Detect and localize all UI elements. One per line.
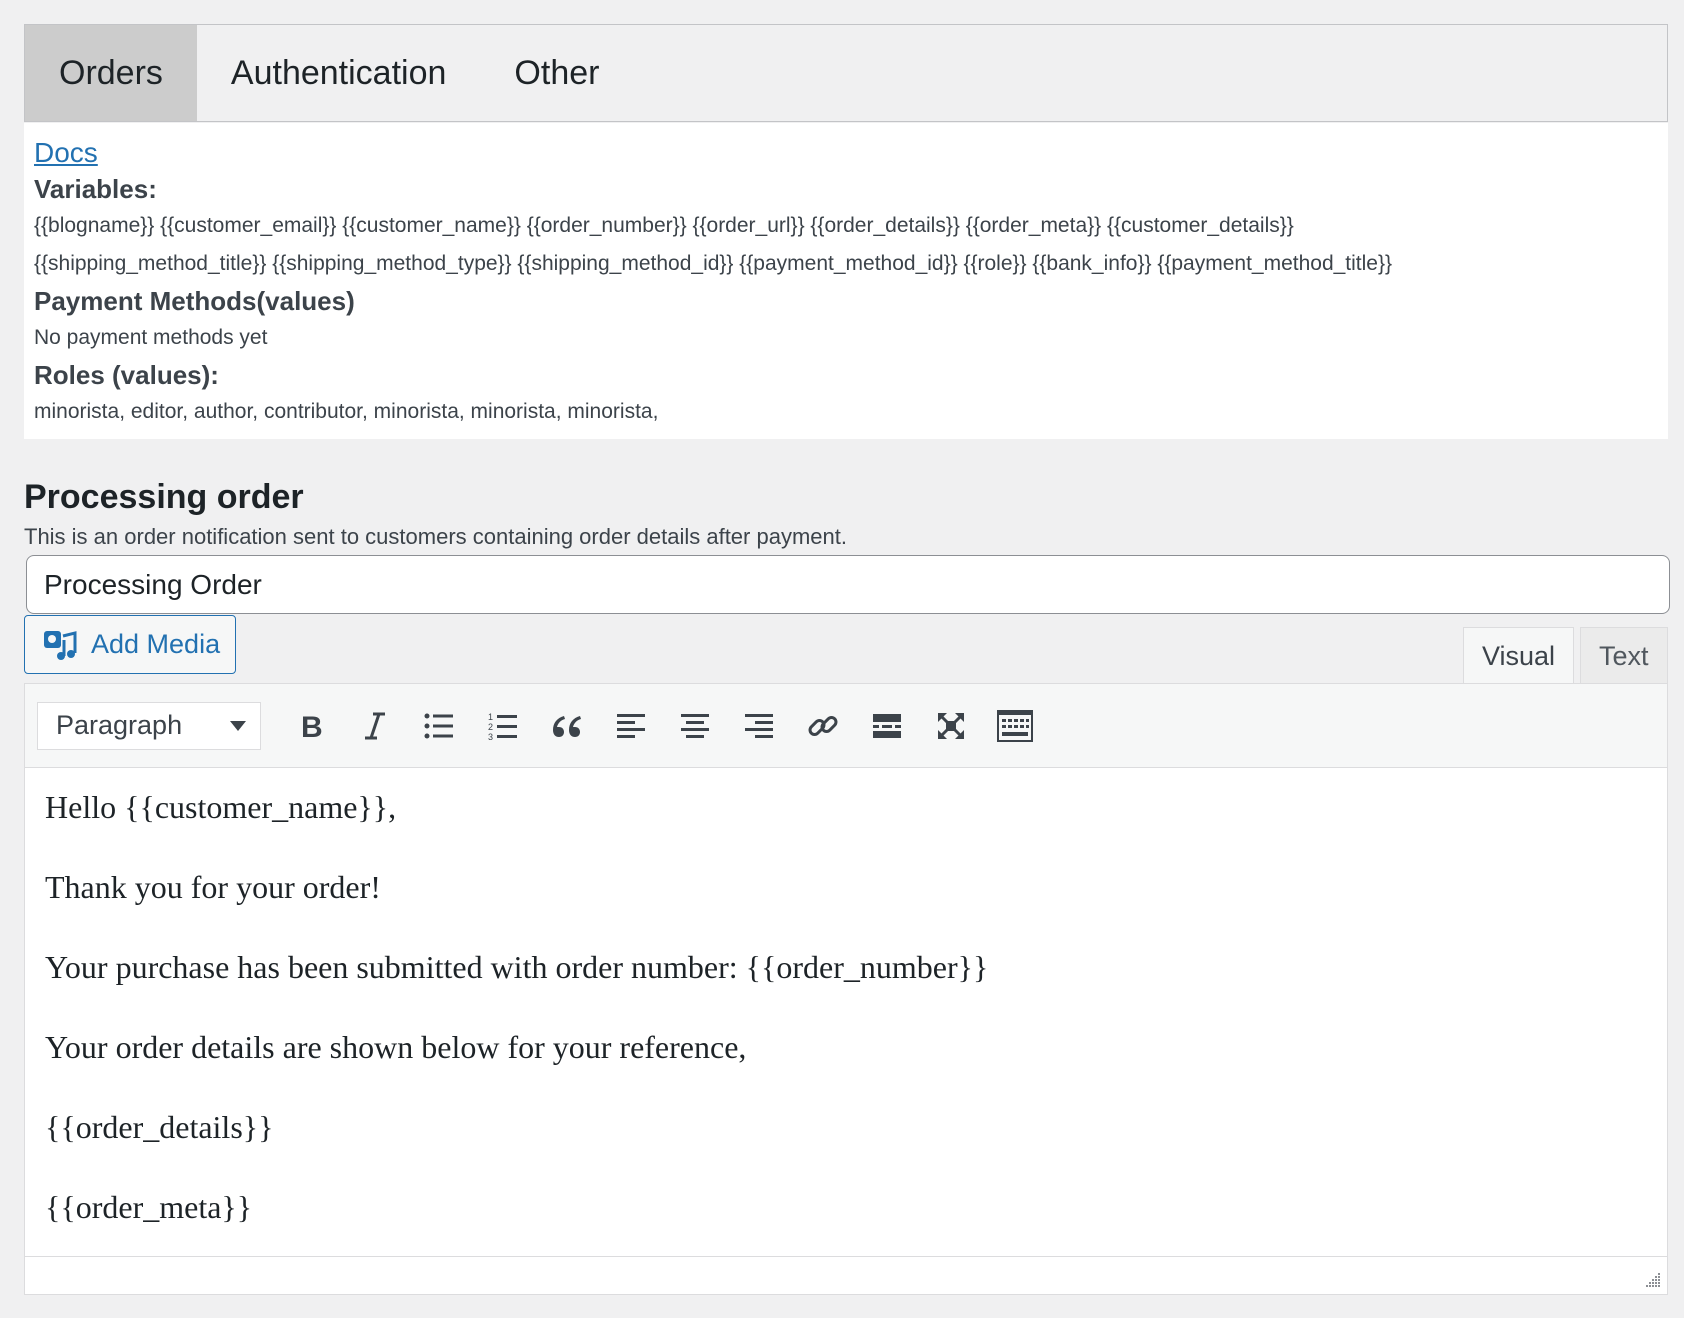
content-paragraph: Hello {{customer_name}}, — [45, 789, 397, 825]
svg-text:2: 2 — [488, 722, 493, 732]
roles-label: Roles (values): — [34, 360, 219, 390]
tab-orders[interactable]: Orders — [25, 25, 197, 121]
media-icon — [44, 630, 77, 660]
fullscreen-icon — [938, 712, 964, 739]
variables-line-1: {{blogname}} {{customer_email}} {{custom… — [34, 214, 1294, 237]
caret-down-icon — [230, 720, 246, 731]
editor-content[interactable]: Hello {{customer_name}}, Thank you for y… — [25, 768, 1667, 1288]
italic-button[interactable] — [343, 698, 407, 754]
align-center-button[interactable] — [663, 698, 727, 754]
bold-button[interactable]: B — [279, 698, 343, 754]
tab-other[interactable]: Other — [480, 25, 633, 121]
section-description: This is an order notification sent to cu… — [24, 524, 847, 549]
content-paragraph: Thank you for your order! — [45, 869, 381, 905]
align-left-button[interactable] — [599, 698, 663, 754]
section-title: Processing order — [24, 478, 304, 516]
align-right-icon — [745, 713, 773, 738]
editor-status-bar — [25, 1256, 1667, 1294]
blockquote-icon — [553, 715, 581, 737]
link-button[interactable] — [791, 698, 855, 754]
roles-value: minorista, editor, author, contributor, … — [34, 400, 659, 423]
rich-text-editor: Paragraph B 1 2 3 Hello {{customer_name}… — [24, 683, 1668, 1295]
svg-text:3: 3 — [488, 732, 493, 740]
read-more-button[interactable] — [855, 698, 919, 754]
read-more-icon — [873, 713, 901, 738]
numbered-list-icon: 1 2 3 — [488, 712, 517, 740]
payment-methods-value: No payment methods yet — [34, 326, 268, 349]
content-paragraph: {{order_meta}} — [45, 1189, 253, 1225]
italic-icon — [365, 712, 385, 739]
format-select[interactable]: Paragraph — [37, 701, 261, 750]
variables-label: Variables: — [34, 174, 157, 204]
payment-methods-label: Payment Methods(values) — [34, 286, 355, 316]
svg-text:B: B — [301, 712, 323, 740]
align-right-button[interactable] — [727, 698, 791, 754]
tab-authentication[interactable]: Authentication — [197, 25, 481, 121]
settings-tabs: Orders Authentication Other — [24, 24, 1668, 122]
bullet-list-button[interactable] — [407, 698, 471, 754]
align-left-icon — [617, 713, 645, 738]
variables-line-2: {{shipping_method_title}} {{shipping_met… — [34, 252, 1393, 275]
blockquote-button[interactable] — [535, 698, 599, 754]
content-paragraph: {{order_details}} — [45, 1109, 274, 1145]
add-media-button[interactable]: Add Media — [24, 615, 236, 674]
docs-link[interactable]: Docs — [34, 135, 1658, 171]
format-select-value: Paragraph — [56, 710, 183, 740]
resize-handle-icon[interactable] — [1643, 1270, 1661, 1288]
content-paragraph: Your order details are shown below for y… — [45, 1029, 747, 1065]
bullet-list-icon — [424, 713, 453, 738]
editor-toolbar: Paragraph B 1 2 3 — [25, 684, 1667, 768]
numbered-list-button[interactable]: 1 2 3 — [471, 698, 535, 754]
link-icon — [808, 715, 838, 736]
toolbar-toggle-button[interactable] — [983, 698, 1047, 754]
align-center-icon — [681, 713, 709, 738]
toolbar-toggle-icon — [997, 709, 1033, 742]
visual-mode-tab[interactable]: Visual — [1463, 627, 1575, 685]
content-paragraph: Your purchase has been submitted with or… — [45, 949, 989, 985]
bold-icon: B — [301, 712, 323, 740]
email-subject-input[interactable] — [26, 555, 1670, 614]
svg-text:1: 1 — [488, 712, 493, 722]
text-mode-tab[interactable]: Text — [1580, 627, 1668, 683]
add-media-label: Add Media — [91, 629, 221, 659]
fullscreen-button[interactable] — [919, 698, 983, 754]
variables-panel: Docs Variables: {{blogname}} {{customer_… — [24, 123, 1668, 439]
